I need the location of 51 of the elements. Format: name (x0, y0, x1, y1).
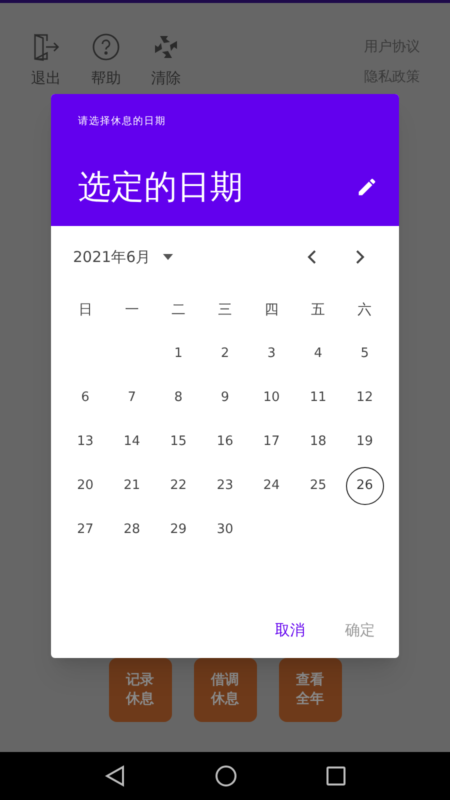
month-dropdown[interactable]: 2021年6月 (73, 246, 173, 268)
calendar-day[interactable]: 24 (252, 467, 291, 505)
calendar-day[interactable]: 7 (112, 379, 151, 417)
calendar-day[interactable]: 12 (346, 379, 384, 417)
calendar-day[interactable]: 9 (206, 379, 244, 417)
weekday-label: 五 (311, 300, 326, 320)
calendar-day[interactable]: 3 (252, 335, 291, 373)
calendar-day[interactable]: 6 (66, 379, 104, 417)
chevron-left-icon[interactable] (307, 250, 317, 264)
home-icon[interactable] (214, 765, 237, 787)
dialog-headline: 选定的日期 (78, 167, 243, 207)
calendar-day[interactable]: 11 (299, 379, 338, 417)
calendar-day[interactable]: 26 (346, 467, 384, 505)
calendar-day[interactable]: 8 (159, 379, 198, 417)
calendar-day[interactable]: 5 (346, 335, 384, 373)
calendar-day[interactable]: 20 (66, 467, 104, 505)
back-icon[interactable] (104, 765, 126, 787)
calendar-day[interactable]: 25 (299, 467, 338, 505)
help-icon (92, 33, 120, 61)
calendar-day[interactable]: 23 (206, 467, 244, 505)
calendar-day[interactable]: 19 (346, 423, 384, 461)
exit-door-icon (32, 33, 60, 61)
pencil-icon[interactable] (356, 176, 378, 198)
weekday-label: 四 (264, 300, 279, 320)
calendar-day[interactable]: 1 (159, 335, 198, 373)
dialog-subtitle: 请选择休息的日期 (78, 114, 167, 129)
calendar-day[interactable]: 16 (206, 423, 244, 461)
dialog-button[interactable]: 取消 (259, 610, 321, 650)
calendar-day[interactable]: 18 (299, 423, 338, 461)
weekday-label: 二 (171, 300, 186, 320)
recycle-arrows-icon (152, 33, 180, 61)
calendar-day[interactable]: 13 (66, 423, 104, 461)
calendar-day[interactable]: 10 (252, 379, 291, 417)
chevron-right-icon[interactable] (355, 250, 365, 264)
weekday-label: 三 (218, 300, 232, 320)
calendar-day[interactable]: 4 (299, 335, 338, 373)
calendar-day[interactable]: 17 (252, 423, 291, 461)
calendar-day[interactable]: 30 (206, 511, 244, 549)
recents-icon[interactable] (326, 766, 346, 786)
weekday-label: 一 (124, 300, 139, 320)
weekday-label: 六 (358, 300, 372, 320)
calendar-day[interactable]: 14 (112, 423, 151, 461)
caret-icon (162, 254, 173, 260)
calendar-day[interactable]: 28 (112, 511, 151, 549)
calendar-day[interactable]: 15 (159, 423, 198, 461)
calendar-day[interactable]: 21 (112, 467, 151, 505)
calendar-day[interactable]: 22 (159, 467, 198, 505)
calendar-day[interactable]: 2 (206, 335, 244, 373)
weekday-label: 日 (78, 300, 92, 320)
calendar-day[interactable]: 29 (159, 511, 198, 549)
calendar-day[interactable]: 27 (66, 511, 104, 549)
